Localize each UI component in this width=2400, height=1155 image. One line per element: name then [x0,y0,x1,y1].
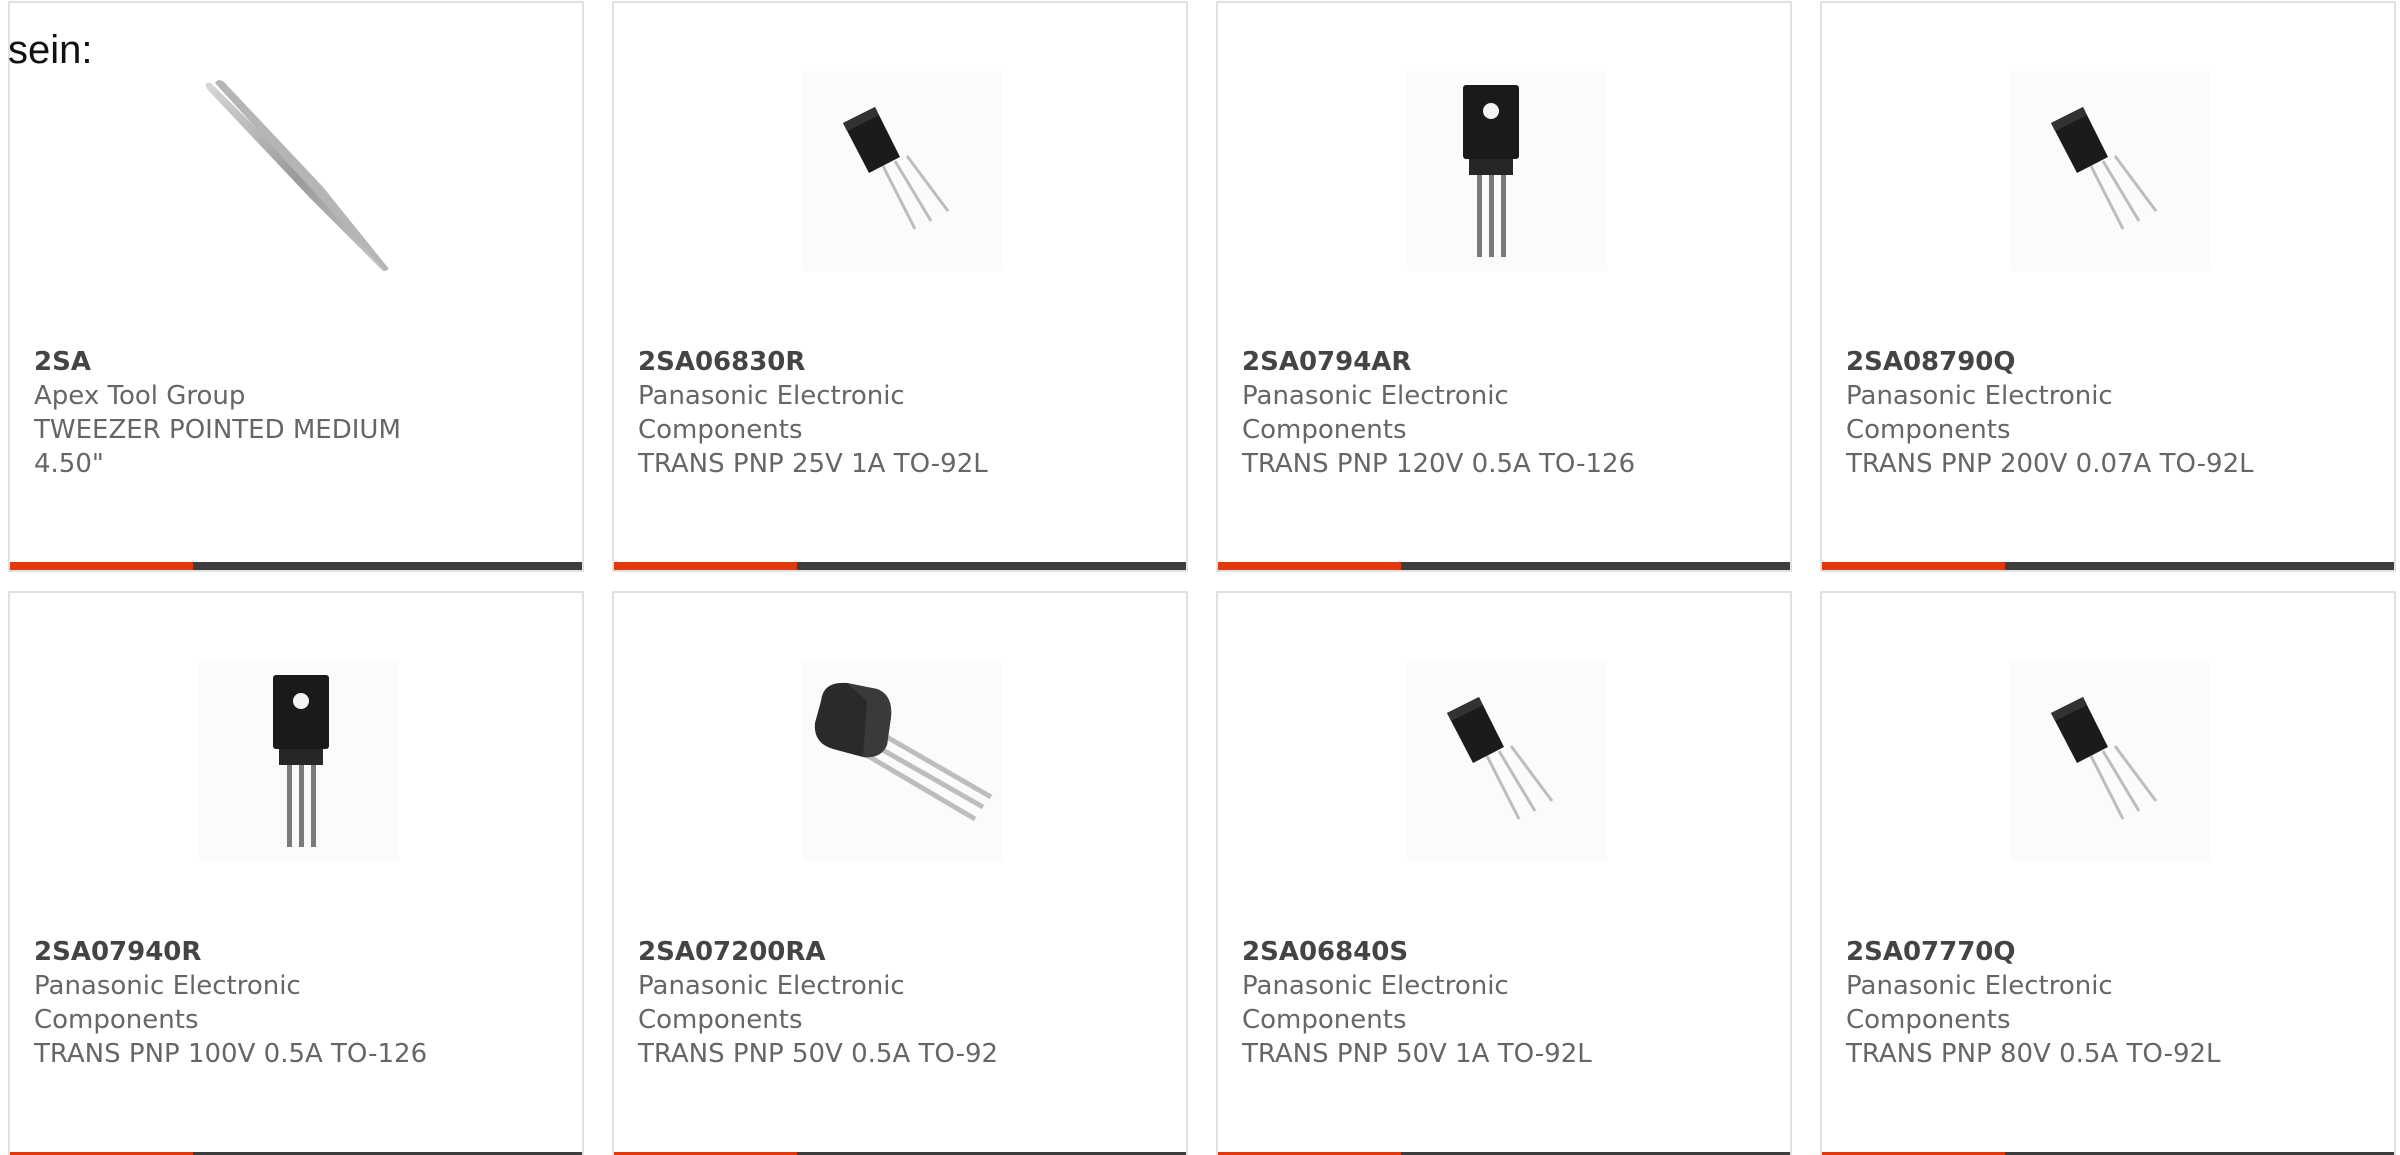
product-card[interactable]: 2SA06840S Panasonic Electronic Component… [1216,591,1792,1155]
card-accent [10,562,193,570]
card-footer-bar [1822,562,2394,570]
product-card[interactable]: 2SA07770Q Panasonic Electronic Component… [1820,591,2396,1155]
manufacturer: Panasonic Electronic Components [1846,971,2113,1035]
to92l-transistor-icon[interactable] [2011,661,2211,861]
manufacturer: Panasonic Electronic Components [1846,381,2113,445]
product-card[interactable]: 2SA08790Q Panasonic Electronic Component… [1820,1,2396,572]
product-description: TRANS PNP 120V 0.5A TO-126 [1242,449,1636,479]
part-number-link[interactable]: 2SA06830R [638,345,1058,379]
manufacturer: Panasonic Electronic Components [1242,971,1509,1035]
product-info: 2SA0794AR Panasonic Electronic Component… [1242,345,1662,481]
card-accent [614,562,797,570]
product-info: 2SA08790Q Panasonic Electronic Component… [1846,345,2266,481]
product-info: 2SA07770Q Panasonic Electronic Component… [1846,935,2266,1071]
product-info: 2SA07200RA Panasonic Electronic Componen… [638,935,1058,1071]
part-number-link[interactable]: 2SA06840S [1242,935,1662,969]
product-card[interactable]: 2SA07200RA Panasonic Electronic Componen… [612,591,1188,1155]
manufacturer: Apex Tool Group [34,381,246,411]
product-description: TRANS PNP 200V 0.07A TO-92L [1846,449,2254,479]
product-info: 2SA06840S Panasonic Electronic Component… [1242,935,1662,1071]
manufacturer: Panasonic Electronic Components [638,971,905,1035]
card-footer-bar [1218,562,1790,570]
product-card[interactable]: 2SA07940R Panasonic Electronic Component… [8,591,584,1155]
product-description: TWEEZER POINTED MEDIUM 4.50" [34,415,401,479]
part-number-link[interactable]: 2SA07200RA [638,935,1058,969]
manufacturer: Panasonic Electronic Components [1242,381,1509,445]
product-description: TRANS PNP 80V 0.5A TO-92L [1846,1039,2221,1069]
product-grid-page: sein: 2SA Apex Tool Group TWEEZER POINTE… [0,0,2400,1155]
card-footer-bar [10,562,582,570]
to126-transistor-icon[interactable] [1407,71,1607,271]
part-number-link[interactable]: 2SA07770Q [1846,935,2266,969]
card-accent [1218,562,1401,570]
product-card[interactable]: 2SA06830R Panasonic Electronic Component… [612,1,1188,572]
tweezer-icon[interactable] [199,71,399,271]
card-accent [1822,562,2005,570]
product-info: 2SA06830R Panasonic Electronic Component… [638,345,1058,481]
product-card[interactable]: 2SA Apex Tool Group TWEEZER POINTED MEDI… [8,1,584,572]
part-number-link[interactable]: 2SA [34,345,454,379]
manufacturer: Panasonic Electronic Components [638,381,905,445]
part-number-link[interactable]: 2SA08790Q [1846,345,2266,379]
product-description: TRANS PNP 25V 1A TO-92L [638,449,988,479]
product-card[interactable]: 2SA0794AR Panasonic Electronic Component… [1216,1,1792,572]
card-footer-bar [614,562,1186,570]
to92-transistor-icon[interactable] [803,661,1003,861]
manufacturer: Panasonic Electronic Components [34,971,301,1035]
product-info: 2SA Apex Tool Group TWEEZER POINTED MEDI… [34,345,454,481]
to92l-transistor-icon[interactable] [1407,661,1607,861]
product-info: 2SA07940R Panasonic Electronic Component… [34,935,454,1071]
to92l-transistor-icon[interactable] [2011,71,2211,271]
to92l-transistor-icon[interactable] [803,71,1003,271]
part-number-link[interactable]: 2SA07940R [34,935,454,969]
to126-transistor-icon[interactable] [199,661,399,861]
intro-text: sein: [8,28,93,72]
part-number-link[interactable]: 2SA0794AR [1242,345,1662,379]
product-description: TRANS PNP 50V 0.5A TO-92 [638,1039,999,1069]
product-description: TRANS PNP 50V 1A TO-92L [1242,1039,1592,1069]
product-description: TRANS PNP 100V 0.5A TO-126 [34,1039,428,1069]
